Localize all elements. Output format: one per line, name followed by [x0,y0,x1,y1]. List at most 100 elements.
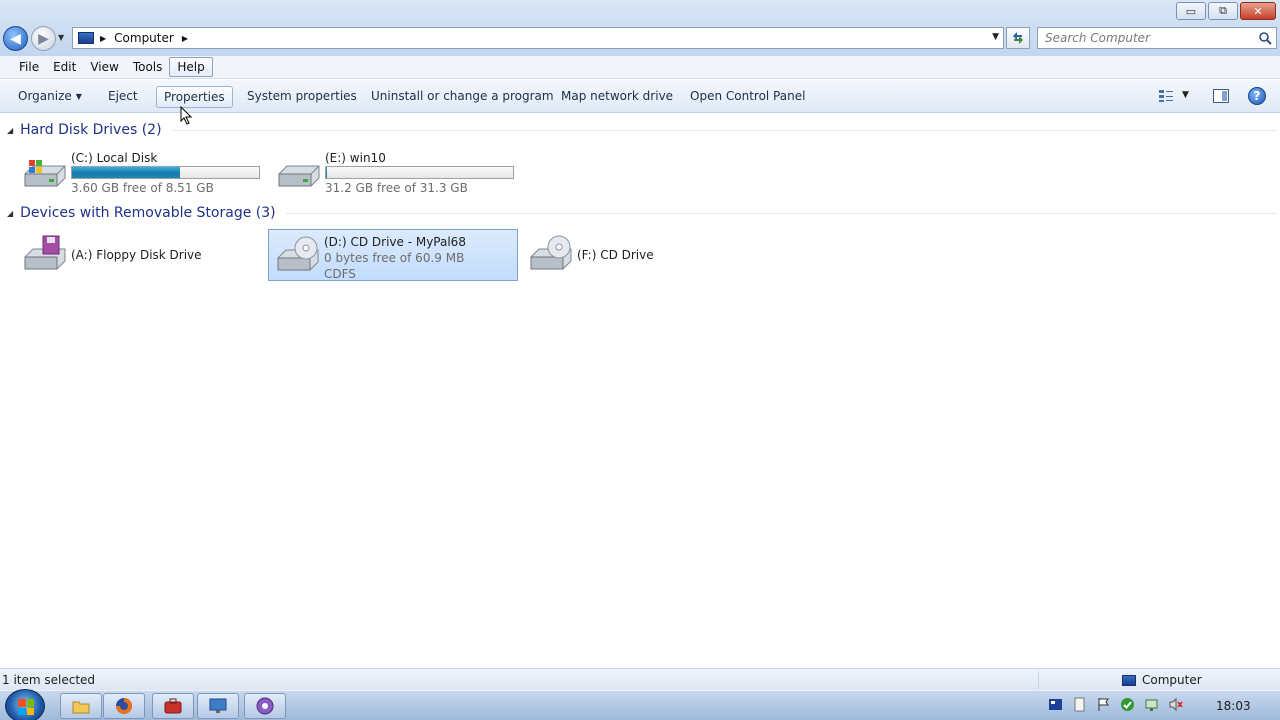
taskbar-media-player[interactable] [244,693,286,719]
toolbox-icon [164,698,182,714]
change-view-icon[interactable] [1158,89,1174,103]
search-icon[interactable] [1258,31,1272,45]
drive-usage-fill [326,167,327,178]
drive-free-space: 3.60 GB free of 8.51 GB [71,181,214,195]
firefox-icon [116,698,132,714]
drive-usage-bar [71,166,260,179]
cd-drive-icon [530,235,572,270]
close-button[interactable]: ✕ [1240,2,1276,20]
drive-f[interactable]: (F:) CD Drive [522,229,772,281]
drive-c[interactable]: (C:) Local Disk 3.60 GB free of 8.51 GB [16,146,266,198]
drive-label: (A:) Floppy Disk Drive [71,247,202,263]
organize-label: Organize [18,89,72,103]
windows-drive-icon [24,160,66,187]
drive-name: (D:) CD Drive - MyPal68 [324,235,466,249]
help-icon[interactable]: ? [1248,87,1266,105]
cd-drive-icon [277,236,319,271]
breadcrumb-separator[interactable]: ▶ [182,34,188,43]
search-box[interactable] [1037,27,1277,49]
organize-button[interactable]: Organize ▼ [11,86,89,108]
address-bar[interactable]: ▶ Computer ▶ ▼ [72,27,1004,49]
start-button[interactable] [5,689,45,720]
drive-name: (E:) win10 [325,151,386,165]
view-options-chevron-icon[interactable]: ▼ [1182,90,1189,100]
taskbar-app-red[interactable] [152,693,194,719]
taskbar-explorer[interactable] [60,693,102,719]
computer-icon [1122,674,1136,686]
breadcrumb-separator[interactable]: ▶ [100,34,106,43]
chevron-down-icon: ▼ [75,92,82,101]
title-bar: ▭ ⧉ ✕ ◀ ▶ ▼ ▶ Computer ▶ ▼ [0,0,1280,56]
minimize-button[interactable]: ▭ [1176,2,1206,20]
drive-label: (D:) CD Drive - MyPal68 0 bytes free of … [324,234,466,282]
drive-d-selected[interactable]: (D:) CD Drive - MyPal68 0 bytes free of … [268,229,518,281]
drive-e[interactable]: (E:) win10 31.2 GB free of 31.3 GB [270,146,520,198]
back-button[interactable]: ◀ [3,26,28,51]
group-divider [171,129,1277,131]
group-title: Hard Disk Drives (2) [20,122,162,138]
menu-help[interactable]: Help [169,57,213,77]
address-history-chevron-icon[interactable]: ▼ [992,32,999,42]
refresh-icon [1013,32,1023,44]
forward-button[interactable]: ▶ [31,26,56,51]
menu-view[interactable]: View [83,58,125,76]
collapse-triangle-icon[interactable]: ◢ [7,126,13,135]
maximize-button[interactable]: ⧉ [1208,2,1238,20]
mouse-cursor-icon [180,106,192,125]
drive-label: (F:) CD Drive [577,247,654,263]
menu-bar: File Edit View Tools Help [0,56,1280,79]
group-header-hard-disk-drives[interactable]: ◢ Hard Disk Drives (2) [7,122,1277,138]
taskbar: 18:03 [0,689,1280,720]
drive-filesystem: CDFS [324,267,356,281]
action-center-flag-icon[interactable] [1096,697,1111,712]
floppy-drive-icon [24,235,66,270]
media-disc-icon [256,697,274,715]
drive-a[interactable]: (A:) Floppy Disk Drive [16,229,266,281]
windows-logo-icon [18,699,34,715]
status-selection-count: 1 item selected [2,672,96,687]
breadcrumb-computer[interactable]: Computer [112,31,176,45]
group-title: Devices with Removable Storage (3) [20,205,276,221]
system-tray [1048,697,1183,712]
command-bar: Organize ▼ Eject Properties System proper… [0,80,1280,113]
menu-file[interactable]: File [12,58,46,76]
eject-button[interactable]: Eject [101,86,145,108]
taskbar-remote-desktop[interactable] [197,693,239,719]
window-controls: ▭ ⧉ ✕ [1176,2,1276,20]
open-control-panel-button[interactable]: Open Control Panel [683,86,812,108]
properties-button[interactable]: Properties [156,86,233,108]
status-divider [1038,671,1039,689]
collapse-triangle-icon[interactable]: ◢ [7,209,13,218]
drive-label: (E:) win10 [325,150,386,166]
menu-tools[interactable]: Tools [126,58,170,76]
map-network-drive-button[interactable]: Map network drive [554,86,680,108]
drive-name: (F:) CD Drive [577,248,654,262]
status-location-label: Computer [1142,673,1202,687]
monitor-icon [209,698,227,713]
volume-muted-icon[interactable] [1168,697,1183,712]
keyboard-layout-icon[interactable] [1048,697,1063,712]
security-check-icon[interactable] [1120,697,1135,712]
forward-arrow-icon: ▶ [38,30,49,47]
recent-pages-dropdown[interactable]: ▼ [58,33,64,42]
drive-usage-bar [325,166,514,179]
menu-edit[interactable]: Edit [46,58,83,76]
network-icon[interactable] [1144,697,1159,712]
folder-icon [72,701,90,713]
taskbar-firefox[interactable] [103,693,145,719]
document-icon[interactable] [1072,697,1087,712]
status-location: Computer [1122,673,1202,687]
preview-pane-icon[interactable] [1213,89,1229,103]
system-properties-button[interactable]: System properties [240,86,364,108]
drive-usage-fill [72,167,180,178]
drive-name: (C:) Local Disk [71,151,158,165]
back-arrow-icon: ◀ [10,30,21,47]
taskbar-clock[interactable]: 18:03 [1216,699,1251,713]
search-input[interactable] [1045,31,1245,45]
refresh-button[interactable] [1006,27,1030,49]
group-header-removable-storage[interactable]: ◢ Devices with Removable Storage (3) [7,205,1277,221]
uninstall-program-button[interactable]: Uninstall or change a program [364,86,561,108]
hard-drive-icon [278,165,320,187]
status-bar: 1 item selected Computer [0,668,1280,690]
drive-name: (A:) Floppy Disk Drive [71,248,202,262]
